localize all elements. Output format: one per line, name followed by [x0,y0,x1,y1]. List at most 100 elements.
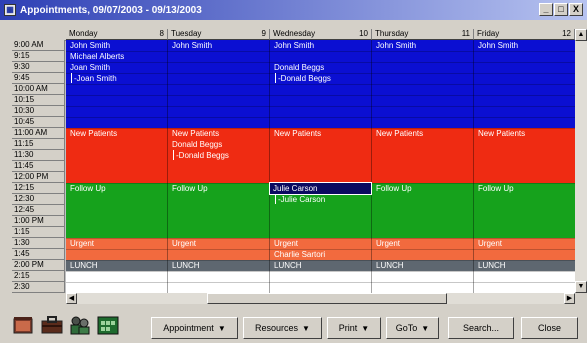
appointment: Donald Beggs [280,74,331,83]
vertical-scrollbar[interactable]: ▲ ▼ [575,29,587,293]
time-slot: 10:15 [12,95,65,106]
appointment[interactable]: John Smith [172,40,212,51]
slot-divider [66,51,575,52]
scroll-up-arrow-icon[interactable]: ▲ [575,29,587,41]
band-label[interactable]: Urgent [478,238,502,249]
window-title: Appointments, 09/07/2003 - 09/13/2003 [20,4,202,16]
appointment[interactable]: Donald Beggs [274,62,324,73]
time-slot: 10:45 [12,117,65,128]
goto-dropdown-button[interactable]: GoTo ▼ [386,317,439,339]
time-slot: 12:15 [12,183,65,194]
print-dropdown-button[interactable]: Print ▼ [327,317,381,339]
appointment-book-icon[interactable] [12,314,36,336]
band-label[interactable]: Follow Up [172,183,208,194]
time-slot: 1:30 [12,238,65,249]
appointment[interactable]: Joan Smith [70,62,110,73]
band-label[interactable]: New Patients [172,128,219,139]
day-header-thursday[interactable]: Thursday 11 [372,29,474,40]
slot-divider [66,282,575,283]
appointment-dropdown-button[interactable]: Appointment ▼ [151,317,238,339]
minimize-button[interactable]: _ [539,3,553,16]
title-bar[interactable]: ▦ Appointments, 09/07/2003 - 09/13/2003 … [0,0,587,20]
day-name: Tuesday [171,29,202,38]
appointment[interactable]: John Smith [274,40,314,51]
calendar-grid-icon[interactable] [96,314,120,336]
day-header-monday[interactable]: Monday 8 [66,29,168,40]
band-label[interactable]: New Patients [376,128,423,139]
band-label[interactable]: Urgent [274,238,298,249]
time-slot: 9:45 [12,73,65,84]
horizontal-scrollbar[interactable]: ◀ ▶ [66,293,575,304]
duration-bar [71,73,72,83]
scroll-left-arrow-icon[interactable]: ◀ [66,293,77,304]
appointment-continuation[interactable]: -Donald Beggs [278,73,331,84]
band-label[interactable]: New Patients [70,128,117,139]
day-date: 12 [562,29,571,38]
band-label[interactable]: LUNCH [274,260,302,271]
band-label[interactable]: Urgent [376,238,400,249]
duration-bar [275,194,276,204]
day-divider [269,40,270,293]
scroll-thumb[interactable] [207,293,447,304]
maximize-button[interactable]: □ [554,3,568,16]
time-slot: 2:00 PM [12,260,65,271]
button-label: Appointment [163,323,214,333]
band-label[interactable]: Urgent [172,238,196,249]
duration-bar [275,73,276,83]
close-window-button[interactable]: X [569,3,583,16]
day-header-tuesday[interactable]: Tuesday 9 [168,29,270,40]
briefcase-icon[interactable] [40,314,64,336]
band-label[interactable]: New Patients [274,128,321,139]
day-date: 11 [461,29,470,38]
day-name: Monday [69,29,98,38]
band-label[interactable]: LUNCH [478,260,506,271]
day-divider [371,40,372,293]
appointment[interactable]: John Smith [478,40,518,51]
band-label[interactable]: Urgent [70,238,94,249]
band-label[interactable]: Follow Up [478,183,514,194]
search-button[interactable]: Search... [448,317,514,339]
time-slot: 9:30 [12,62,65,73]
appointment-continuation[interactable]: -Julie Carson [278,194,325,205]
appointment-continuation[interactable]: -Donald Beggs [176,150,229,161]
dropdown-arrow-icon: ▼ [361,324,370,333]
scroll-right-arrow-icon[interactable]: ▶ [564,293,575,304]
band-label[interactable]: Follow Up [376,183,412,194]
time-slot: 2:30 [12,282,65,293]
button-label: Print [338,323,358,333]
day-divider [167,40,168,293]
band-label[interactable]: LUNCH [172,260,200,271]
time-slot: 2:15 [12,271,65,282]
band-label[interactable]: New Patients [478,128,525,139]
schedule-grid: 9:00 AM 9:15 9:30 9:45 10:00 AM 10:15 10… [12,29,575,293]
band-label[interactable]: LUNCH [376,260,404,271]
appointment[interactable]: Charlie Sartori [274,249,325,260]
slot-divider [66,106,575,107]
band-label[interactable]: LUNCH [70,260,98,271]
day-date: 8 [159,29,164,38]
appointment[interactable]: Donald Beggs [172,139,222,150]
calendar-icon: ▦ [4,4,16,16]
appointment[interactable]: John Smith [70,40,110,51]
scroll-down-arrow-icon[interactable]: ▼ [575,281,587,293]
resources-dropdown-button[interactable]: Resources ▼ [243,317,322,339]
appointment[interactable]: Michael Alberts [70,51,124,62]
slot-divider [66,117,575,118]
appointment[interactable]: John Smith [376,40,416,51]
day-header-wednesday[interactable]: Wednesday 10 [270,29,372,40]
appointment: Julie Carson [280,195,326,204]
slot-divider [66,95,575,96]
time-slot: 1:45 [12,249,65,260]
day-date: 10 [359,29,368,38]
time-slot: 1:00 PM [12,216,65,227]
time-column: 9:00 AM 9:15 9:30 9:45 10:00 AM 10:15 10… [12,29,66,293]
time-slot: 1:15 [12,227,65,238]
day-name: Wednesday [273,29,316,38]
appointment: Donald Beggs [178,151,229,160]
day-header-friday[interactable]: Friday 12 [474,29,575,40]
close-button[interactable]: Close [521,317,578,339]
appointment-continuation[interactable]: -Joan Smith [74,73,117,84]
selected-appointment[interactable]: Julie Carson [269,182,372,195]
patients-icon[interactable] [68,314,92,336]
band-label[interactable]: Follow Up [70,183,106,194]
